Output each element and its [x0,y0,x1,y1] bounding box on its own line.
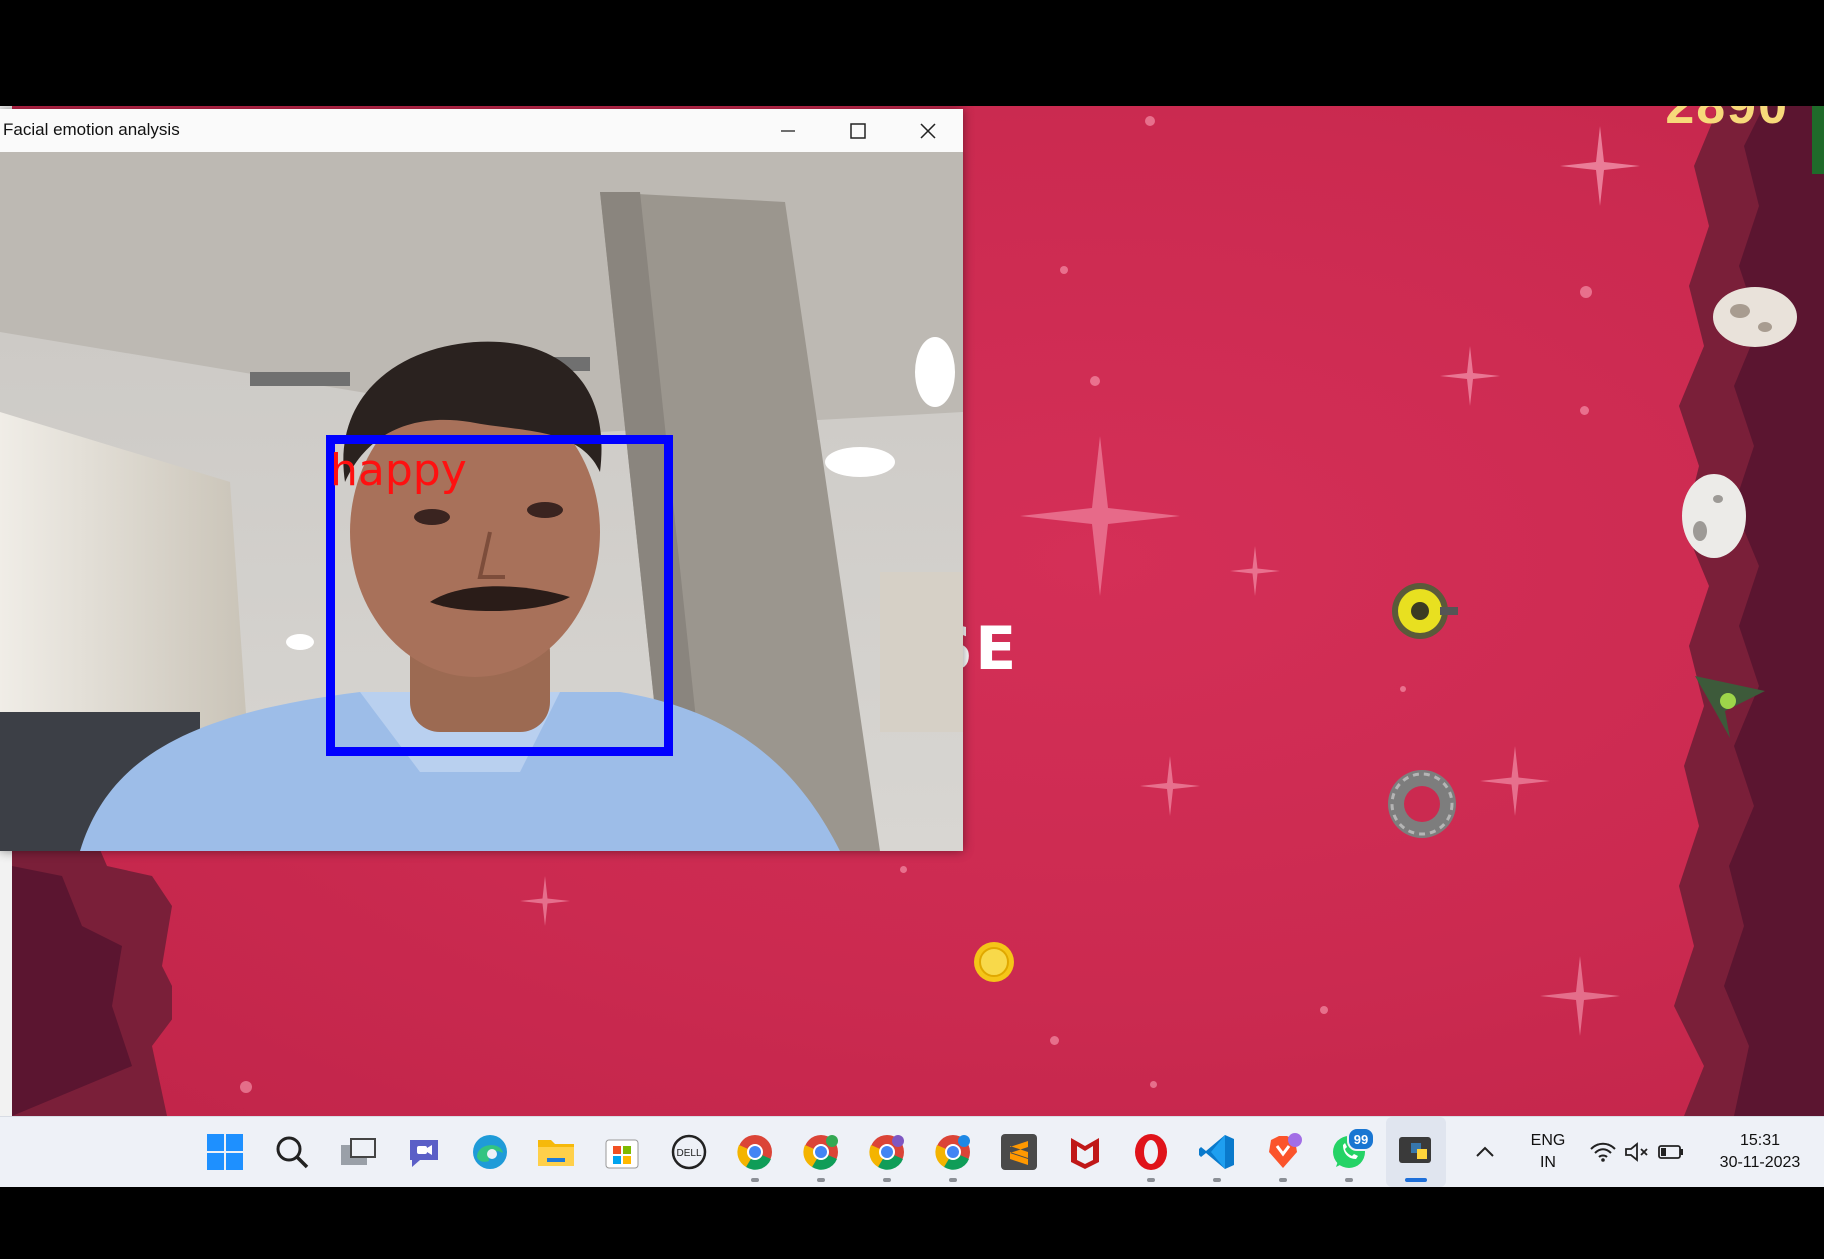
star [900,866,907,873]
language-indicator[interactable]: ENG IN [1518,1117,1578,1187]
asteroid-icon [1682,474,1746,558]
yellow-spaceship-icon [1392,583,1458,639]
language-code: ENG [1530,1132,1566,1149]
dell-button[interactable]: DELL [659,1117,719,1187]
sparkle [1020,436,1180,596]
python-button[interactable] [1386,1117,1446,1187]
star [240,1081,252,1093]
mcafee-icon [1071,1138,1099,1169]
asteroid-icon [1713,287,1797,347]
chrome-icon [935,1135,970,1170]
close-button[interactable] [893,109,963,152]
star [1580,286,1592,298]
minimize-icon [781,129,795,132]
chrome-icon [737,1135,772,1170]
windows-logo-icon [207,1134,243,1170]
chrome-icon [803,1135,838,1170]
chevron-up-icon [1476,1146,1494,1157]
svg-text:DELL: DELL [676,1148,701,1159]
quick-settings-button[interactable] [1582,1117,1692,1187]
facial-emotion-window: Facial emotion analysis happy [0,109,963,851]
search-icon [276,1136,309,1169]
clock-text: 15:31 30-11-2023 [1720,1130,1801,1174]
sparkle [1230,546,1280,596]
chrome-icon [869,1135,904,1170]
python-icon [1399,1137,1431,1163]
star [1145,116,1155,126]
sparkle [520,876,570,926]
show-hidden-icons-button[interactable] [1460,1117,1510,1187]
sparkle [1560,126,1640,206]
window-title: Facial emotion analysis [3,120,180,139]
chrome-profile-3-button[interactable] [857,1117,917,1187]
star [1580,406,1589,415]
mcafee-button[interactable] [1055,1117,1115,1187]
minimize-button[interactable] [753,109,823,152]
microsoft-store-button[interactable] [592,1117,652,1187]
webcam-feed: happy [0,152,963,851]
sparkle [1140,756,1200,816]
coin-icon [974,942,1014,982]
vscode-button[interactable] [1187,1117,1247,1187]
clock-date: 30-11-2023 [1719,1154,1801,1171]
close-icon [920,122,936,139]
start-button[interactable] [195,1117,255,1187]
folder-icon [538,1140,574,1166]
dell-icon: DELL [671,1134,707,1170]
region-code: IN [1539,1154,1556,1171]
wifi-icon [1590,1142,1616,1162]
volume-muted-icon [1625,1142,1648,1162]
sparkle [1540,956,1620,1036]
star [1090,376,1100,386]
maximize-icon [850,122,866,139]
edge-icon [473,1135,507,1169]
search-button[interactable] [262,1117,322,1187]
gray-ring-icon [1388,770,1456,838]
vscode-icon [1199,1135,1234,1169]
clock-time: 15:31 [1739,1132,1781,1149]
sublime-button[interactable] [989,1117,1049,1187]
store-icon [605,1139,639,1169]
green-edge [1812,106,1824,174]
edge-button[interactable] [460,1117,520,1187]
clock[interactable]: 15:31 30-11-2023 [1702,1117,1818,1187]
brave-icon [1269,1133,1302,1168]
star [1150,1081,1157,1088]
sparkle [1480,746,1550,816]
teams-chat-button[interactable] [394,1117,454,1187]
taskbar: DELL 99 ENG IN 15:31 30-11-2023 [0,1116,1824,1187]
sublime-icon [1001,1134,1037,1170]
maximize-button[interactable] [823,109,893,152]
battery-icon [1658,1145,1683,1159]
chrome-profile-4-button[interactable] [923,1117,983,1187]
opera-icon [1135,1134,1167,1170]
task-view-icon [341,1138,376,1165]
chrome-profile-2-button[interactable] [791,1117,851,1187]
star [1400,686,1406,692]
score-text: 2890 [1665,106,1789,135]
star [1320,1006,1328,1014]
window-titlebar[interactable]: Facial emotion analysis [0,109,963,153]
task-view-button[interactable] [328,1117,388,1187]
green-spaceship-icon [1695,676,1765,738]
whatsapp-badge: 99 [1347,1127,1375,1151]
sparkle [1440,346,1500,406]
star [1050,1036,1059,1045]
star [1060,266,1068,274]
whatsapp-button[interactable]: 99 [1319,1117,1379,1187]
right-wall [1674,106,1824,1116]
chrome-button[interactable] [725,1117,785,1187]
language-text: ENG IN [1531,1130,1566,1174]
brave-button[interactable] [1253,1117,1313,1187]
emotion-label: happy [330,445,467,496]
chat-icon [410,1140,438,1167]
opera-button[interactable] [1121,1117,1181,1187]
file-explorer-button[interactable] [526,1117,586,1187]
